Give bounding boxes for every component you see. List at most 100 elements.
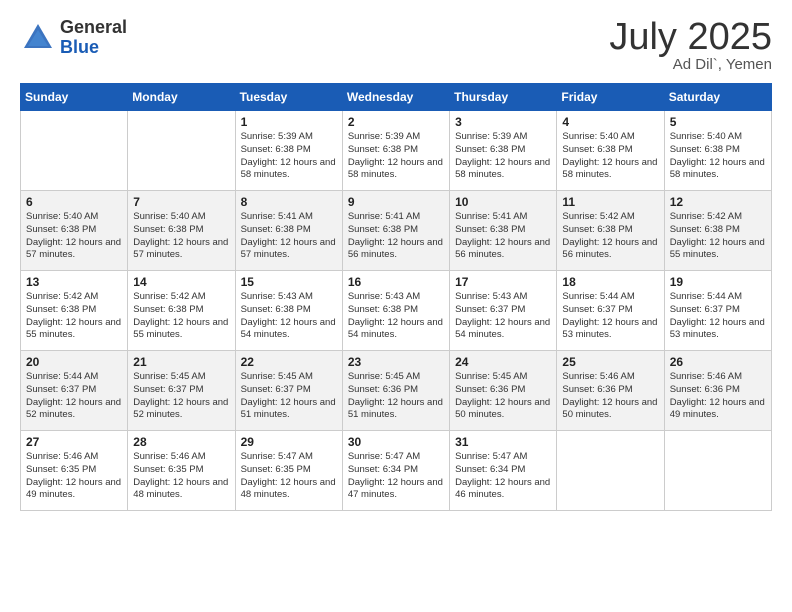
sunset-text: Sunset: 6:38 PM [133,304,229,317]
day-info: Sunrise: 5:46 AMSunset: 6:36 PMDaylight:… [670,371,766,422]
day-number: 20 [26,355,122,369]
sunset-text: Sunset: 6:38 PM [670,224,766,237]
sunrise-text: Sunrise: 5:40 AM [670,131,766,144]
sunrise-text: Sunrise: 5:45 AM [348,371,444,384]
daylight-text: Daylight: 12 hours and 57 minutes. [133,237,229,263]
day-cell: 26Sunrise: 5:46 AMSunset: 6:36 PMDayligh… [664,351,771,431]
day-number: 16 [348,275,444,289]
day-cell: 22Sunrise: 5:45 AMSunset: 6:37 PMDayligh… [235,351,342,431]
col-sunday: Sunday [21,84,128,111]
logo: General Blue [20,18,127,58]
sunrise-text: Sunrise: 5:45 AM [241,371,337,384]
sunset-text: Sunset: 6:34 PM [455,464,551,477]
daylight-text: Daylight: 12 hours and 55 minutes. [133,317,229,343]
daylight-text: Daylight: 12 hours and 49 minutes. [26,477,122,503]
day-number: 19 [670,275,766,289]
sunrise-text: Sunrise: 5:42 AM [133,291,229,304]
day-number: 6 [26,195,122,209]
sunset-text: Sunset: 6:38 PM [241,224,337,237]
sunrise-text: Sunrise: 5:45 AM [455,371,551,384]
day-cell: 27Sunrise: 5:46 AMSunset: 6:35 PMDayligh… [21,431,128,511]
day-number: 7 [133,195,229,209]
week-row-1: 1Sunrise: 5:39 AMSunset: 6:38 PMDaylight… [21,111,772,191]
day-cell: 28Sunrise: 5:46 AMSunset: 6:35 PMDayligh… [128,431,235,511]
daylight-text: Daylight: 12 hours and 48 minutes. [133,477,229,503]
sunset-text: Sunset: 6:38 PM [455,224,551,237]
sunset-text: Sunset: 6:35 PM [241,464,337,477]
day-info: Sunrise: 5:41 AMSunset: 6:38 PMDaylight:… [455,211,551,262]
day-info: Sunrise: 5:46 AMSunset: 6:35 PMDaylight:… [26,451,122,502]
sunset-text: Sunset: 6:38 PM [241,144,337,157]
sunset-text: Sunset: 6:34 PM [348,464,444,477]
col-monday: Monday [128,84,235,111]
day-info: Sunrise: 5:44 AMSunset: 6:37 PMDaylight:… [562,291,658,342]
day-number: 14 [133,275,229,289]
day-cell: 25Sunrise: 5:46 AMSunset: 6:36 PMDayligh… [557,351,664,431]
daylight-text: Daylight: 12 hours and 53 minutes. [562,317,658,343]
daylight-text: Daylight: 12 hours and 54 minutes. [455,317,551,343]
day-info: Sunrise: 5:40 AMSunset: 6:38 PMDaylight:… [26,211,122,262]
day-info: Sunrise: 5:41 AMSunset: 6:38 PMDaylight:… [241,211,337,262]
week-row-2: 6 Sunrise: 5:40 AMSunset: 6:38 PMDaylight… [21,191,772,271]
day-number: 21 [133,355,229,369]
daylight-text: Daylight: 12 hours and 57 minutes. [241,237,337,263]
day-cell: 11Sunrise: 5:42 AMSunset: 6:38 PMDayligh… [557,191,664,271]
day-info: Sunrise: 5:47 AMSunset: 6:34 PMDaylight:… [455,451,551,502]
sunrise-text: Sunrise: 5:39 AM [348,131,444,144]
daylight-text: Daylight: 12 hours and 51 minutes. [241,397,337,423]
day-info: Sunrise: 5:41 AMSunset: 6:38 PMDaylight:… [348,211,444,262]
sunset-text: Sunset: 6:38 PM [348,304,444,317]
day-info: Sunrise: 5:44 AMSunset: 6:37 PMDaylight:… [670,291,766,342]
day-number: 11 [562,195,658,209]
day-number: 28 [133,435,229,449]
daylight-text: Daylight: 12 hours and 53 minutes. [670,317,766,343]
day-info: Sunrise: 5:45 AMSunset: 6:37 PMDaylight:… [241,371,337,422]
sunset-text: Sunset: 6:37 PM [241,384,337,397]
day-cell: 13Sunrise: 5:42 AMSunset: 6:38 PMDayligh… [21,271,128,351]
page: General Blue July 2025 Ad Dil`, Yemen Su… [0,0,792,529]
sunrise-text: Sunrise: 5:42 AM [670,211,766,224]
day-info: Sunrise: 5:40 AMSunset: 6:38 PMDaylight:… [133,211,229,262]
day-cell [664,431,771,511]
day-cell: 7 Sunrise: 5:40 AMSunset: 6:38 PMDaylight… [128,191,235,271]
col-friday: Friday [557,84,664,111]
location: Ad Dil`, Yemen [609,56,772,73]
sunset-text: Sunset: 6:36 PM [455,384,551,397]
col-tuesday: Tuesday [235,84,342,111]
day-cell: 19 Sunrise: 5:44 AMSunset: 6:37 PMDayligh… [664,271,771,351]
sunrise-text: Sunrise: 5:44 AM [670,291,766,304]
sunset-text: Sunset: 6:38 PM [455,144,551,157]
day-cell: 31 Sunrise: 5:47 AMSunset: 6:34 PMDayligh… [450,431,557,511]
sunrise-text: Sunrise: 5:47 AM [455,451,551,464]
daylight-text: Daylight: 12 hours and 58 minutes. [348,157,444,183]
daylight-text: Daylight: 12 hours and 52 minutes. [26,397,122,423]
day-number: 5 [670,115,766,129]
day-number: 10 [455,195,551,209]
day-info: Sunrise: 5:45 AMSunset: 6:36 PMDaylight:… [348,371,444,422]
logo-icon [20,20,56,56]
sunset-text: Sunset: 6:35 PM [26,464,122,477]
sunrise-text: Sunrise: 5:42 AM [562,211,658,224]
day-number: 13 [26,275,122,289]
day-cell: 21Sunrise: 5:45 AMSunset: 6:37 PMDayligh… [128,351,235,431]
day-number: 23 [348,355,444,369]
daylight-text: Daylight: 12 hours and 56 minutes. [348,237,444,263]
day-cell [128,111,235,191]
day-info: Sunrise: 5:40 AMSunset: 6:38 PMDaylight:… [670,131,766,182]
header: General Blue July 2025 Ad Dil`, Yemen [20,18,772,73]
sunset-text: Sunset: 6:36 PM [670,384,766,397]
day-info: Sunrise: 5:39 AMSunset: 6:38 PMDaylight:… [348,131,444,182]
day-number: 3 [455,115,551,129]
day-number: 31 [455,435,551,449]
day-cell: 10 Sunrise: 5:41 AMSunset: 6:38 PMDayligh… [450,191,557,271]
sunset-text: Sunset: 6:38 PM [670,144,766,157]
sunrise-text: Sunrise: 5:46 AM [26,451,122,464]
day-info: Sunrise: 5:43 AMSunset: 6:38 PMDaylight:… [348,291,444,342]
day-cell: 18 Sunrise: 5:44 AMSunset: 6:37 PMDayligh… [557,271,664,351]
day-cell [21,111,128,191]
daylight-text: Daylight: 12 hours and 58 minutes. [455,157,551,183]
daylight-text: Daylight: 12 hours and 52 minutes. [133,397,229,423]
day-number: 18 [562,275,658,289]
daylight-text: Daylight: 12 hours and 54 minutes. [241,317,337,343]
sunrise-text: Sunrise: 5:39 AM [455,131,551,144]
